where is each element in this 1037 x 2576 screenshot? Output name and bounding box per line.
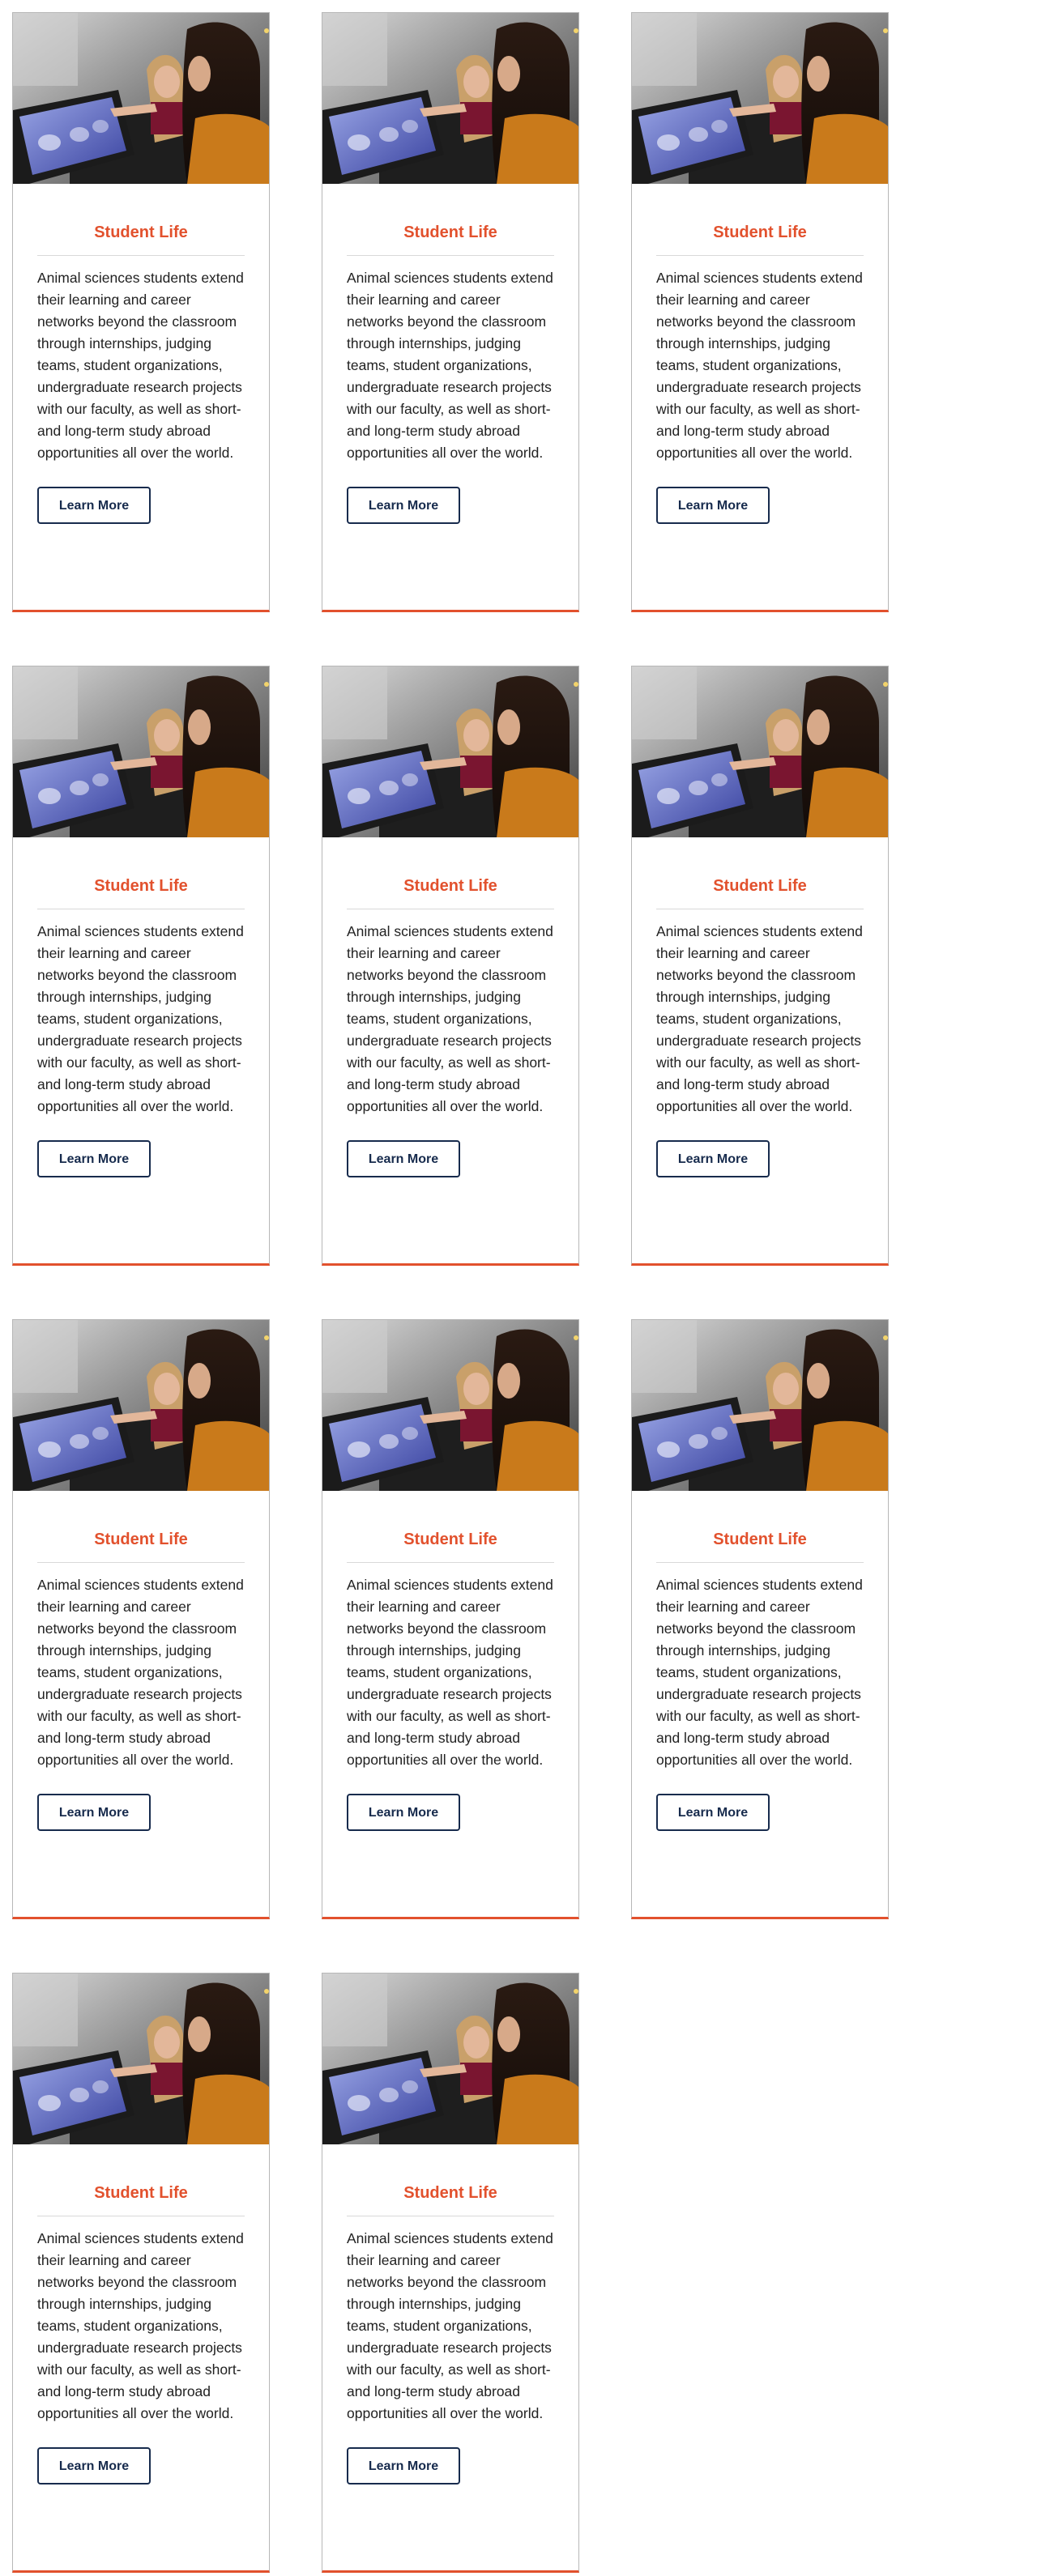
card-title: Student Life bbox=[37, 2183, 245, 2216]
feature-card: Student Life Animal sciences students ex… bbox=[631, 12, 889, 612]
student-life-photo bbox=[13, 666, 269, 837]
feature-card: Student Life Animal sciences students ex… bbox=[12, 12, 270, 612]
learn-more-button[interactable]: Learn More bbox=[37, 1794, 151, 1831]
card-title: Student Life bbox=[656, 876, 864, 909]
student-life-photo bbox=[632, 13, 888, 184]
feature-card: Student Life Animal sciences students ex… bbox=[12, 1973, 270, 2573]
card-description: Animal sciences students extend their le… bbox=[656, 923, 863, 1114]
card-title: Student Life bbox=[347, 876, 554, 909]
student-life-photo bbox=[322, 1320, 578, 1491]
learn-more-button[interactable]: Learn More bbox=[656, 1140, 770, 1177]
feature-card: Student Life Animal sciences students ex… bbox=[322, 666, 579, 1266]
card-title: Student Life bbox=[347, 223, 554, 256]
student-life-photo bbox=[322, 1974, 578, 2144]
card-description: Animal sciences students extend their le… bbox=[656, 1577, 863, 1768]
learn-more-button[interactable]: Learn More bbox=[347, 1794, 460, 1831]
card-description: Animal sciences students extend their le… bbox=[37, 270, 244, 461]
card-title: Student Life bbox=[37, 223, 245, 256]
student-life-photo bbox=[13, 13, 269, 184]
feature-card: Student Life Animal sciences students ex… bbox=[12, 666, 270, 1266]
feature-card: Student Life Animal sciences students ex… bbox=[12, 1319, 270, 1919]
card-grid: Student Life Animal sciences students ex… bbox=[0, 0, 1037, 2576]
learn-more-button[interactable]: Learn More bbox=[37, 2447, 151, 2484]
card-title: Student Life bbox=[37, 1530, 245, 1563]
feature-card: Student Life Animal sciences students ex… bbox=[322, 12, 579, 612]
learn-more-button[interactable]: Learn More bbox=[656, 487, 770, 524]
learn-more-button[interactable]: Learn More bbox=[37, 487, 151, 524]
student-life-photo bbox=[13, 1974, 269, 2144]
card-title: Student Life bbox=[656, 223, 864, 256]
learn-more-button[interactable]: Learn More bbox=[347, 2447, 460, 2484]
card-description: Animal sciences students extend their le… bbox=[656, 270, 863, 461]
feature-card: Student Life Animal sciences students ex… bbox=[322, 1973, 579, 2573]
card-description: Animal sciences students extend their le… bbox=[347, 923, 553, 1114]
card-title: Student Life bbox=[656, 1530, 864, 1563]
student-life-photo bbox=[632, 1320, 888, 1491]
card-title: Student Life bbox=[347, 2183, 554, 2216]
card-description: Animal sciences students extend their le… bbox=[347, 270, 553, 461]
card-description: Animal sciences students extend their le… bbox=[37, 2230, 244, 2421]
card-description: Animal sciences students extend their le… bbox=[347, 2230, 553, 2421]
student-life-photo bbox=[322, 13, 578, 184]
card-title: Student Life bbox=[37, 876, 245, 909]
student-life-photo bbox=[322, 666, 578, 837]
feature-card: Student Life Animal sciences students ex… bbox=[322, 1319, 579, 1919]
card-description: Animal sciences students extend their le… bbox=[37, 1577, 244, 1768]
feature-card: Student Life Animal sciences students ex… bbox=[631, 666, 889, 1266]
learn-more-button[interactable]: Learn More bbox=[656, 1794, 770, 1831]
learn-more-button[interactable]: Learn More bbox=[347, 1140, 460, 1177]
learn-more-button[interactable]: Learn More bbox=[347, 487, 460, 524]
card-title: Student Life bbox=[347, 1530, 554, 1563]
student-life-photo bbox=[632, 666, 888, 837]
learn-more-button[interactable]: Learn More bbox=[37, 1140, 151, 1177]
card-description: Animal sciences students extend their le… bbox=[37, 923, 244, 1114]
card-description: Animal sciences students extend their le… bbox=[347, 1577, 553, 1768]
student-life-photo bbox=[13, 1320, 269, 1491]
feature-card: Student Life Animal sciences students ex… bbox=[631, 1319, 889, 1919]
